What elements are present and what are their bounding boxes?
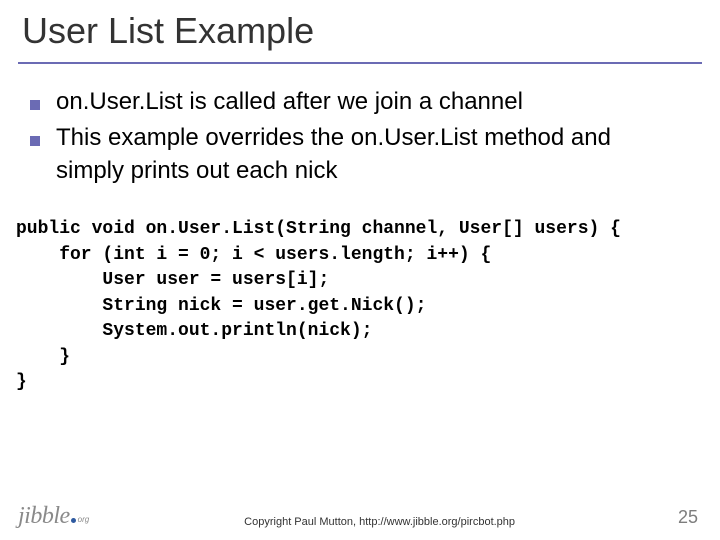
slide: User List Example on.User.List is called…: [0, 0, 720, 540]
code-block: public void on.User.List(String channel,…: [16, 217, 720, 396]
copyright-text: Copyright Paul Mutton, http://www.jibble…: [89, 516, 670, 528]
bullet-square-icon: [30, 100, 40, 110]
jibble-logo: jibble org: [18, 504, 89, 528]
code-line: User user = users[i];: [16, 270, 329, 290]
title-rule: [18, 62, 702, 64]
page-number: 25: [670, 507, 698, 528]
logo-tld: org: [78, 516, 90, 524]
code-line: }: [16, 347, 70, 367]
code-line: for (int i = 0; i < users.length; i++) {: [16, 245, 491, 265]
logo-dot-icon: [71, 518, 76, 523]
bullet-list: on.User.List is called after we join a c…: [30, 86, 720, 187]
bullet-square-icon: [30, 136, 40, 146]
bullet-text: This example overrides the on.User.List …: [56, 122, 666, 187]
bullet-item: on.User.List is called after we join a c…: [30, 86, 720, 118]
code-line: System.out.println(nick);: [16, 321, 372, 341]
bullet-item: This example overrides the on.User.List …: [30, 122, 720, 187]
slide-title: User List Example: [0, 0, 720, 58]
bullet-text: on.User.List is called after we join a c…: [56, 86, 523, 118]
footer: jibble org Copyright Paul Mutton, http://…: [0, 504, 720, 528]
logo-text: jibble: [18, 504, 70, 528]
code-line: String nick = user.get.Nick();: [16, 296, 426, 316]
code-line: public void on.User.List(String channel,…: [16, 219, 621, 239]
code-line: }: [16, 372, 27, 392]
